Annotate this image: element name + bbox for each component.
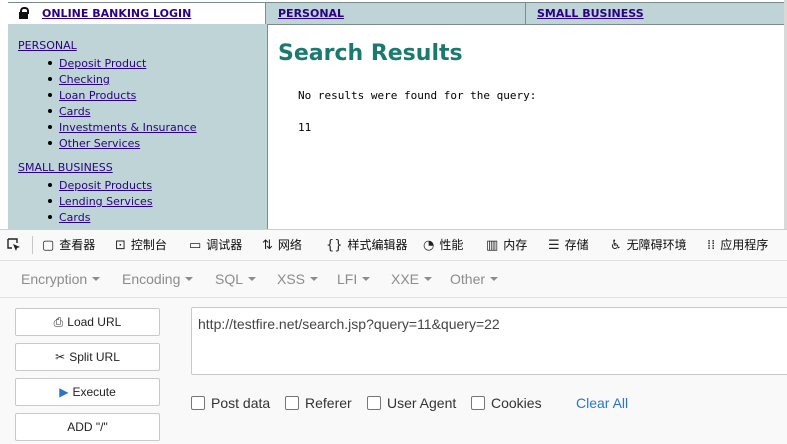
inspector-icon: ▢ xyxy=(42,238,55,253)
tab-performance[interactable]: ◔ 性能 xyxy=(423,230,463,260)
user-agent-checkbox[interactable]: User Agent xyxy=(367,395,456,411)
tab-online-banking-login[interactable]: ONLINE BANKING LOGIN xyxy=(8,3,266,24)
debugger-icon: ▭ xyxy=(189,238,202,253)
bullet-icon xyxy=(48,183,52,187)
tab-accessibility[interactable]: ♿ 无障碍环境 xyxy=(610,230,687,260)
bullet-icon xyxy=(48,141,52,145)
bullet-icon xyxy=(48,77,52,81)
load-url-button[interactable]: ⎙ Load URL xyxy=(15,308,160,336)
element-picker-icon[interactable] xyxy=(6,237,22,253)
chevron-down-icon xyxy=(362,277,371,282)
add-slash-button[interactable]: ADD "/" xyxy=(15,413,160,441)
network-icon: ⇅ xyxy=(262,238,273,253)
sidebar-item-lending-services[interactable]: Lending Services xyxy=(48,195,153,208)
sidebar-item-loan-products[interactable]: Loan Products xyxy=(48,89,136,102)
checkbox-icon[interactable] xyxy=(191,396,205,411)
cookies-checkbox[interactable]: Cookies xyxy=(471,395,542,411)
scissors-icon: ✂ xyxy=(55,350,66,364)
sidebar-item-investments[interactable]: Investments & Insurance xyxy=(48,121,197,134)
sidebar-item-checking[interactable]: Checking xyxy=(48,73,110,86)
tab-storage[interactable]: ☰ 存储 xyxy=(548,230,589,260)
bullet-icon xyxy=(48,199,52,203)
checkbox-icon[interactable] xyxy=(367,396,381,411)
performance-icon: ◔ xyxy=(423,238,435,253)
sidebar: PERSONAL Deposit Product Checking Loan P… xyxy=(8,24,268,229)
post-data-checkbox[interactable]: Post data xyxy=(191,395,270,411)
split-url-button[interactable]: ✂ Split URL xyxy=(15,343,160,371)
menu-xss[interactable]: XSS xyxy=(277,271,319,287)
menu-xxe[interactable]: XXE xyxy=(391,271,433,287)
tab-console[interactable]: ⊡ 控制台 xyxy=(115,230,167,260)
web-page: ONLINE BANKING LOGIN PERSONAL SMALL BUSI… xyxy=(0,0,787,229)
tab-network[interactable]: ⇅ 网络 xyxy=(262,230,302,260)
accessibility-icon: ♿ xyxy=(610,238,622,253)
devtools-toolbar: ▢ 查看器 ⊡ 控制台 ▭ 调试器 ⇅ 网络 {} 样式编辑器 ◔ 性能 ▥ 内存 ☰ 存储 ♿… xyxy=(0,230,787,261)
url-input[interactable]: http://testfire.net/search.jsp?query=11&… xyxy=(191,307,787,375)
storage-icon: ☰ xyxy=(548,238,560,253)
chevron-down-icon xyxy=(310,277,319,282)
toolbar-separator xyxy=(32,236,33,254)
memory-icon: ▥ xyxy=(486,238,499,253)
sidebar-item-deposit-products[interactable]: Deposit Products xyxy=(48,179,152,192)
bullet-icon xyxy=(48,61,52,65)
referer-checkbox[interactable]: Referer xyxy=(285,395,352,411)
chevron-down-icon xyxy=(490,277,499,282)
sidebar-item-other-services[interactable]: Other Services xyxy=(48,137,140,150)
menu-lfi[interactable]: LFI xyxy=(337,271,371,287)
tab-inspector[interactable]: ▢ 查看器 xyxy=(42,230,95,260)
tab-style-editor[interactable]: {} 样式编辑器 xyxy=(326,230,408,260)
main-content: Search Results No results were found for… xyxy=(268,24,784,229)
execute-button[interactable]: ▶ Execute xyxy=(15,378,160,406)
sidebar-item-deposit-product[interactable]: Deposit Product xyxy=(48,57,146,70)
clear-all-button[interactable]: Clear All xyxy=(576,395,628,411)
sidebar-heading-personal[interactable]: PERSONAL xyxy=(18,39,77,52)
chevron-down-icon xyxy=(424,277,433,282)
chevron-down-icon xyxy=(185,277,194,282)
checkbox-icon[interactable] xyxy=(285,396,299,411)
tab-debugger[interactable]: ▭ 调试器 xyxy=(189,230,242,260)
page-margin xyxy=(0,0,8,229)
tab-application[interactable]: ⁞⁞ 应用程序 xyxy=(707,230,768,260)
sidebar-item-cards[interactable]: Cards xyxy=(48,105,90,118)
bullet-icon xyxy=(48,215,52,219)
menu-other[interactable]: Other xyxy=(450,271,499,287)
sidebar-heading-small-business[interactable]: SMALL BUSINESS xyxy=(18,161,113,174)
style-editor-icon: {} xyxy=(326,238,343,253)
play-icon: ▶ xyxy=(59,385,69,399)
no-results-message: No results were found for the query: xyxy=(298,89,537,102)
page-title: Search Results xyxy=(278,41,463,66)
lock-icon xyxy=(19,7,29,19)
chevron-down-icon xyxy=(248,277,257,282)
menu-encoding[interactable]: Encoding xyxy=(122,271,194,287)
chevron-down-icon xyxy=(92,277,101,282)
hackbar-menu: Encryption Encoding SQL XSS LFI XXE Othe… xyxy=(0,261,787,298)
console-icon: ⊡ xyxy=(115,238,126,253)
menu-sql[interactable]: SQL xyxy=(215,271,257,287)
tab-memory[interactable]: ▥ 内存 xyxy=(486,230,527,260)
bullet-icon xyxy=(48,125,52,129)
application-icon: ⁞⁞ xyxy=(707,238,716,253)
tab-personal[interactable]: PERSONAL xyxy=(267,3,526,24)
top-nav-bar: ONLINE BANKING LOGIN PERSONAL SMALL BUSI… xyxy=(8,2,784,25)
tab-login-label[interactable]: ONLINE BANKING LOGIN xyxy=(42,7,191,20)
devtools-panel: ▢ 查看器 ⊡ 控制台 ▭ 调试器 ⇅ 网络 {} 样式编辑器 ◔ 性能 ▥ 内存 ☰ 存储 ♿… xyxy=(0,229,787,444)
checkbox-icon[interactable] xyxy=(471,396,485,411)
menu-encryption[interactable]: Encryption xyxy=(21,271,101,287)
tab-small-business[interactable]: SMALL BUSINESS xyxy=(527,3,784,24)
bullet-icon xyxy=(48,93,52,97)
sidebar-item-business-cards[interactable]: Cards xyxy=(48,211,90,224)
query-value: 11 xyxy=(298,121,312,134)
bullet-icon xyxy=(48,109,52,113)
load-url-icon: ⎙ xyxy=(53,315,64,329)
